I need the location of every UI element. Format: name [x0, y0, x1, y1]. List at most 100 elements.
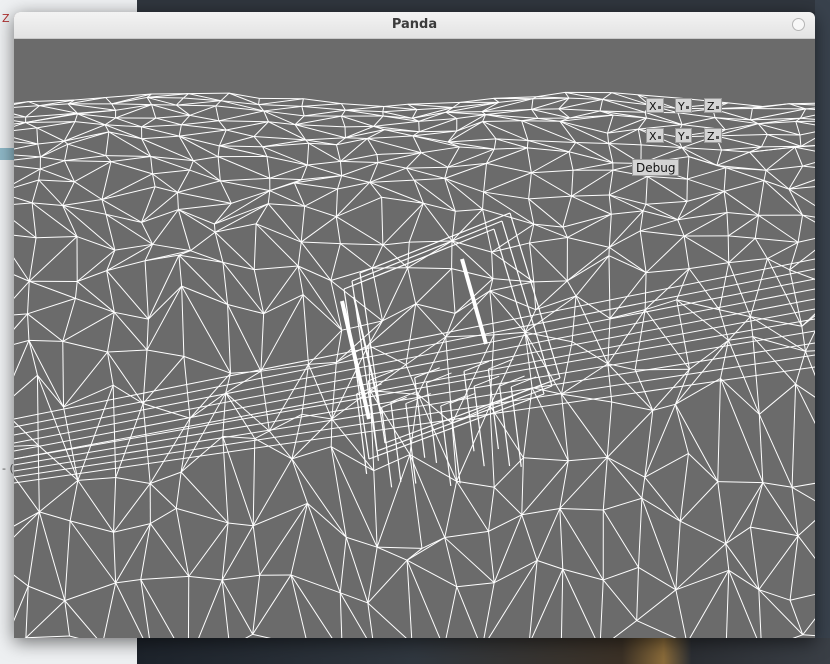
- wireframe-edge: [382, 106, 385, 112]
- wireframe-edge: [141, 209, 179, 223]
- wireframe-edge: [38, 511, 66, 601]
- wireframe-edge: [377, 546, 422, 549]
- wireframe-edge: [382, 241, 410, 246]
- wireframe-edge: [483, 172, 532, 193]
- wireframe-edge: [794, 146, 804, 167]
- wireframe-edge: [509, 212, 561, 379]
- wireframe-edge: [181, 120, 219, 126]
- wireframe-edge: [531, 568, 564, 638]
- wireframe-edge: [152, 169, 190, 175]
- wireframe-edge: [177, 191, 232, 204]
- rotate-z-button[interactable]: Z: [704, 98, 722, 113]
- wireframe-edge: [444, 178, 483, 210]
- wireframe-edge: [800, 117, 815, 120]
- wireframe-edge: [612, 620, 637, 638]
- wireframe-edge: [345, 125, 374, 128]
- wireframe-edge: [720, 378, 760, 415]
- wireframe-edge: [262, 146, 308, 166]
- wireframe-edge: [101, 199, 142, 223]
- desktop-right: [815, 0, 830, 664]
- wireframe-edge: [252, 633, 272, 638]
- wireframe-edge: [297, 241, 302, 267]
- wireframe-edge: [106, 270, 115, 313]
- wireframe-edge: [140, 579, 150, 638]
- wireframe-edge: [67, 131, 109, 145]
- wireframe-edge: [38, 168, 41, 181]
- wireframe-edge: [340, 160, 379, 164]
- wireframe-edge: [28, 236, 78, 282]
- wireframe-edge: [636, 620, 677, 638]
- wireframe-edge: [493, 331, 526, 336]
- wireframe-edge: [451, 268, 456, 314]
- wireframe-edge: [602, 457, 608, 511]
- wireframe-edge: [482, 120, 522, 123]
- wireframe-edge: [36, 375, 39, 446]
- wireframe-edge: [39, 105, 78, 114]
- wireframe-edge: [149, 483, 177, 509]
- wireframe-edge: [608, 255, 647, 274]
- wireframe-edge: [641, 498, 677, 590]
- wireframe-edge: [31, 179, 40, 204]
- wireframe-edge: [104, 117, 116, 126]
- debug-button[interactable]: Debug: [632, 159, 680, 176]
- wireframe-edge: [406, 560, 413, 638]
- wireframe-edge: [227, 522, 254, 527]
- wireframe-edge: [640, 219, 678, 232]
- move-y-button[interactable]: Y: [675, 128, 692, 143]
- wireframe-edge: [148, 285, 183, 320]
- wireframe-edge: [445, 586, 458, 638]
- wireframe-edge: [14, 257, 30, 282]
- rotate-x-button[interactable]: X: [646, 98, 664, 113]
- close-icon[interactable]: [792, 18, 805, 31]
- wireframe-edge: [176, 100, 221, 106]
- wireframe-edge: [727, 214, 759, 237]
- wireframe-edge: [683, 235, 690, 269]
- wireframe-edge: [111, 103, 117, 111]
- wireframe-edge: [636, 567, 639, 621]
- wireframe-edge: [62, 341, 65, 408]
- 3d-viewport[interactable]: X Y Z X Y Z Debug: [14, 39, 815, 638]
- wireframe-edge: [797, 238, 815, 243]
- wireframe-edge: [105, 97, 113, 105]
- wireframe-edge: [447, 146, 460, 168]
- move-z-button[interactable]: Z: [704, 128, 722, 143]
- wireframe-edge: [493, 228, 545, 395]
- wireframe-edge: [150, 156, 154, 174]
- wireframe-edge: [63, 351, 108, 408]
- wireframe-edge: [28, 585, 65, 602]
- wireframe-edge: [188, 522, 229, 577]
- wireframe-edge: [763, 170, 767, 181]
- wireframe-edge: [155, 117, 182, 126]
- wireframe-edge: [492, 278, 534, 283]
- wireframe-edge: [483, 582, 495, 638]
- wireframe-edge: [181, 285, 231, 374]
- wireframe-edge: [523, 457, 569, 462]
- wireframe-edge: [486, 162, 532, 174]
- wireframe-edge: [341, 175, 370, 183]
- wireframe-edge: [262, 139, 306, 148]
- wireframe-edge: [489, 290, 495, 335]
- wireframe-edge: [64, 131, 109, 142]
- wireframe-edge: [805, 351, 815, 377]
- wireframe-edge: [558, 108, 601, 112]
- window-titlebar[interactable]: Panda: [14, 12, 815, 39]
- move-x-button[interactable]: X: [646, 128, 664, 143]
- wireframe-edge: [766, 165, 803, 171]
- wireframe-edge: [606, 457, 643, 499]
- wireframe-edge: [14, 165, 41, 170]
- wireframe-edge: [220, 180, 270, 192]
- wireframe-edge: [603, 566, 639, 581]
- wireframe-edge: [805, 108, 815, 110]
- rotate-y-button[interactable]: Y: [675, 98, 692, 113]
- wireframe-edge: [645, 203, 678, 221]
- wireframe-edge: [608, 170, 614, 196]
- wireframe-edge: [142, 349, 148, 404]
- wireframe-edge: [144, 260, 149, 320]
- wireframe-edge: [221, 579, 254, 635]
- wireframe-edge: [64, 520, 71, 601]
- wireframe-edge: [335, 181, 371, 217]
- wireframe-edge: [115, 104, 152, 111]
- wireframe-edge: [346, 536, 378, 548]
- wireframe-edge: [521, 120, 529, 141]
- wireframe-edge: [144, 254, 180, 262]
